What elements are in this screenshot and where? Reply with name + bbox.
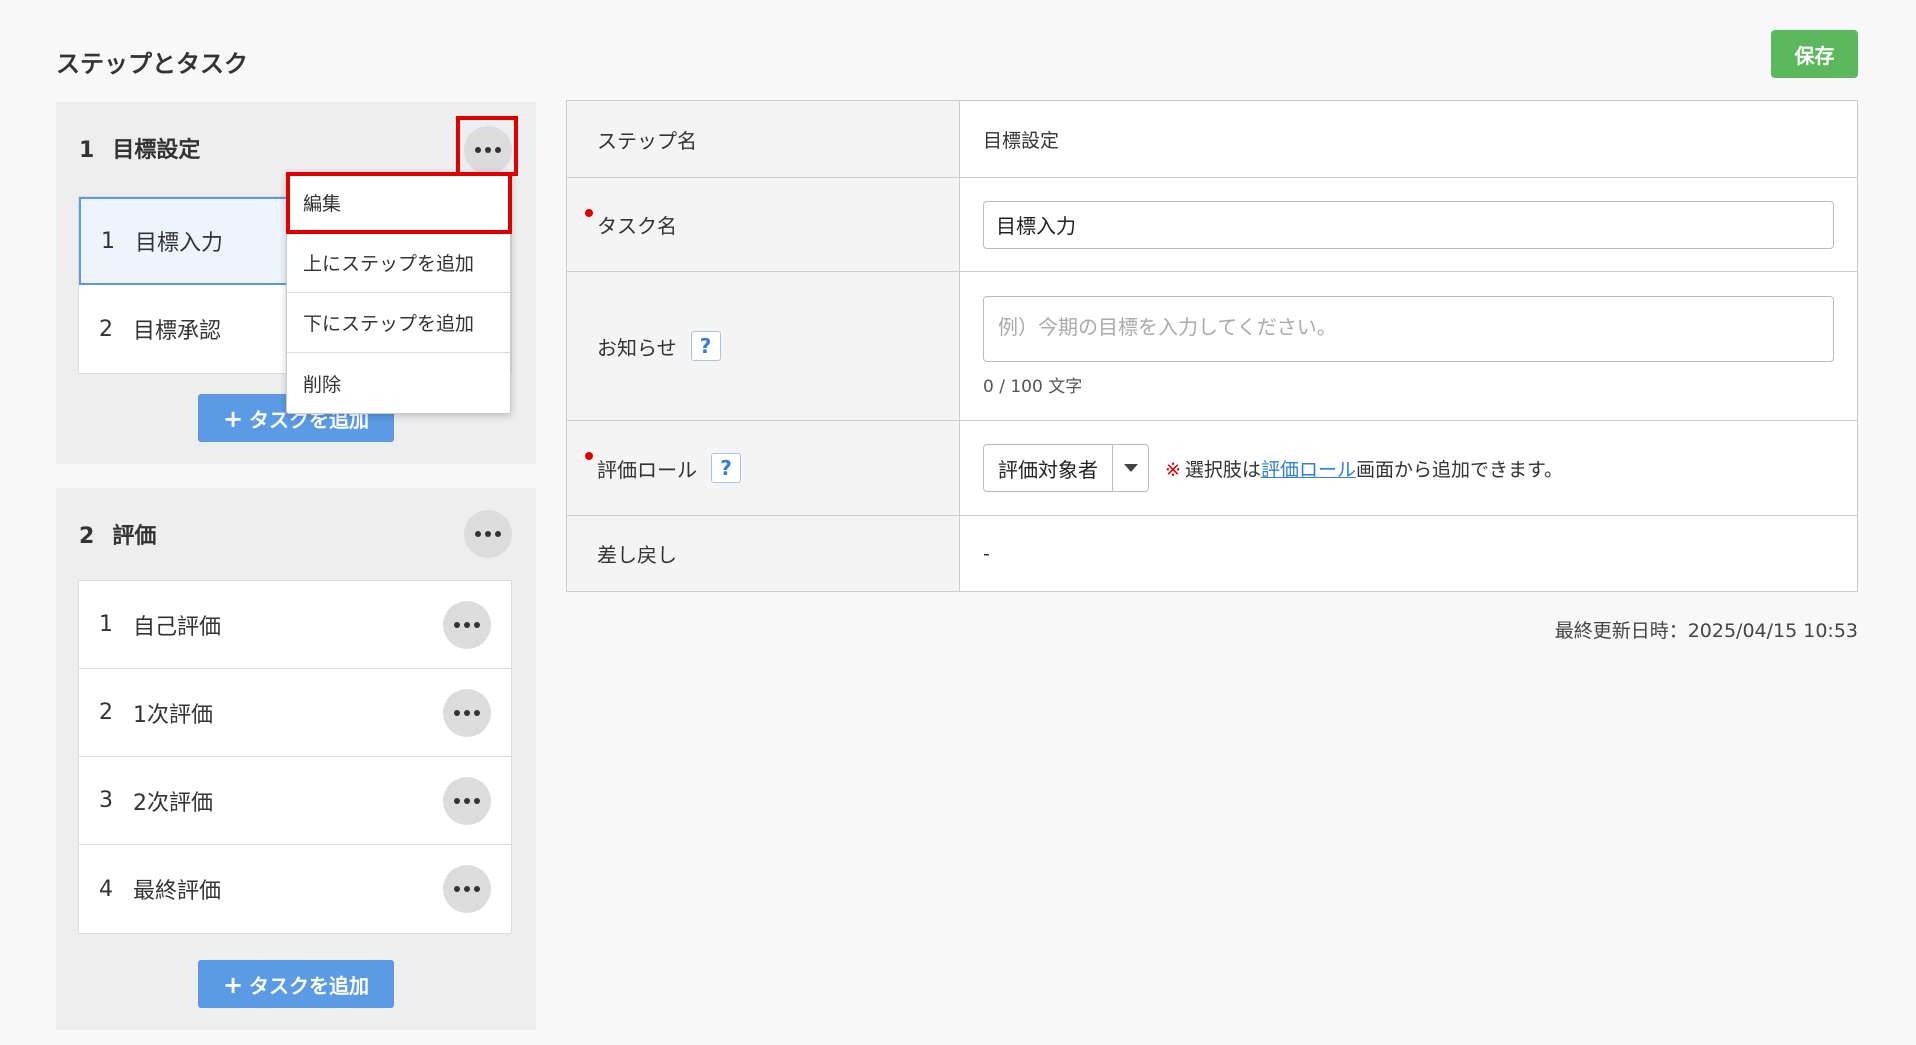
role-select[interactable]: 評価対象者 bbox=[983, 444, 1149, 492]
step-name-label: ステップ名 bbox=[567, 101, 960, 177]
task-name-label-cell: タスク名 bbox=[567, 178, 960, 271]
role-label-cell: 評価ロール ? bbox=[567, 421, 960, 515]
role-label: 評価ロール bbox=[597, 457, 697, 482]
more-horizontal-icon bbox=[454, 886, 480, 892]
notice-label: お知らせ bbox=[597, 335, 677, 360]
step-number: 1 bbox=[79, 138, 95, 163]
task-name: 1次評価 bbox=[133, 702, 213, 728]
help-icon[interactable]: ? bbox=[690, 331, 721, 361]
more-horizontal-icon bbox=[475, 531, 501, 537]
step-panel-2: 2 評価 1 自己評価 2 1次評価 3 2次評価 4 最終評価 + タスクを追加 bbox=[56, 488, 536, 1030]
help-icon[interactable]: ? bbox=[711, 453, 741, 483]
task-name: 目標入力 bbox=[135, 231, 224, 256]
role-settings-link[interactable]: 評価ロール bbox=[1261, 459, 1356, 481]
notice-label-cell: お知らせ ? bbox=[567, 272, 960, 420]
row-task-name: タスク名 bbox=[567, 178, 1857, 272]
step-name-value: 目標設定 bbox=[983, 129, 1060, 152]
note-pre: 選択肢は bbox=[1184, 458, 1261, 481]
row-notice: お知らせ ? 0 / 100 文字 bbox=[567, 272, 1857, 421]
step-name: 評価 bbox=[112, 524, 157, 549]
task-menu-button[interactable] bbox=[443, 689, 491, 737]
add-task-label: タスクを追加 bbox=[249, 973, 370, 998]
caret-down-icon bbox=[1112, 445, 1148, 491]
notice-textarea[interactable] bbox=[983, 295, 1834, 362]
save-button[interactable]: 保存 bbox=[1771, 30, 1858, 78]
task-name: 最終評価 bbox=[133, 879, 222, 904]
task-number: 2 bbox=[99, 700, 113, 725]
step-menu-button[interactable] bbox=[464, 510, 512, 558]
page-title: ステップとタスク bbox=[56, 50, 248, 78]
sendback-label: 差し戻し bbox=[567, 516, 960, 591]
task-row-2[interactable]: 2 1次評価 bbox=[79, 669, 511, 757]
task-number: 4 bbox=[99, 876, 113, 902]
plus-icon: + bbox=[222, 404, 244, 433]
step-number: 2 bbox=[79, 524, 95, 549]
task-row-1[interactable]: 1 自己評価 bbox=[79, 581, 511, 669]
note-post: 画面から追加できます。 bbox=[1355, 458, 1564, 481]
row-step-name: ステップ名 目標設定 bbox=[567, 101, 1857, 178]
row-role: 評価ロール ? 評価対象者 ※ 選択肢は評価ロール画面から追加できます。 bbox=[567, 421, 1857, 516]
task-menu-button[interactable] bbox=[443, 865, 491, 913]
task-number: 1 bbox=[101, 228, 115, 254]
required-mark bbox=[585, 208, 593, 217]
required-mark bbox=[585, 452, 593, 460]
role-select-value: 評価対象者 bbox=[998, 457, 1098, 482]
task-row-4[interactable]: 4 最終評価 bbox=[79, 845, 511, 933]
task-name-label: タスク名 bbox=[597, 214, 677, 238]
note-mark: ※ bbox=[1165, 458, 1181, 481]
step-title: 1 目標設定 bbox=[79, 132, 200, 164]
task-menu-button[interactable] bbox=[443, 777, 491, 825]
task-row-3[interactable]: 3 2次評価 bbox=[79, 757, 511, 845]
more-horizontal-icon bbox=[454, 710, 480, 716]
last-updated: 最終更新日時：2025/04/15 10:53 bbox=[1554, 620, 1858, 642]
step-name: 目標設定 bbox=[112, 138, 201, 163]
row-sendback: 差し戻し - bbox=[567, 516, 1857, 591]
more-horizontal-icon bbox=[454, 798, 480, 804]
step-menu-button[interactable] bbox=[464, 126, 512, 174]
menu-item-delete[interactable]: 削除 bbox=[287, 353, 510, 413]
task-name: 自己評価 bbox=[133, 614, 222, 640]
task-menu-button[interactable] bbox=[443, 601, 491, 649]
task-number: 1 bbox=[99, 612, 113, 637]
task-name: 2次評価 bbox=[133, 790, 213, 816]
task-list: 1 自己評価 2 1次評価 3 2次評価 4 最終評価 bbox=[78, 580, 512, 934]
notice-char-counter: 0 / 100 文字 bbox=[983, 376, 1083, 397]
step-context-menu: 編集 上にステップを追加 下にステップを追加 削除 bbox=[286, 172, 511, 414]
sendback-value: - bbox=[983, 542, 990, 565]
plus-icon: + bbox=[222, 970, 244, 999]
more-horizontal-icon bbox=[454, 622, 480, 628]
add-task-button[interactable]: + タスクを追加 bbox=[198, 960, 394, 1008]
task-number: 3 bbox=[99, 788, 113, 813]
more-horizontal-icon bbox=[475, 147, 501, 153]
task-name-input[interactable] bbox=[983, 200, 1834, 249]
step-title: 2 評価 bbox=[79, 518, 156, 550]
menu-item-add-step-above[interactable]: 上にステップを追加 bbox=[287, 233, 510, 293]
task-number: 2 bbox=[99, 316, 113, 342]
menu-item-edit[interactable]: 編集 bbox=[287, 173, 510, 233]
role-note: ※ 選択肢は評価ロール画面から追加できます。 bbox=[1165, 455, 1563, 482]
task-detail-form: ステップ名 目標設定 タスク名 お知らせ ? 0 / 100 文字 評価ロール … bbox=[566, 100, 1858, 592]
menu-item-add-step-below[interactable]: 下にステップを追加 bbox=[287, 293, 510, 353]
task-name: 目標承認 bbox=[133, 319, 222, 344]
